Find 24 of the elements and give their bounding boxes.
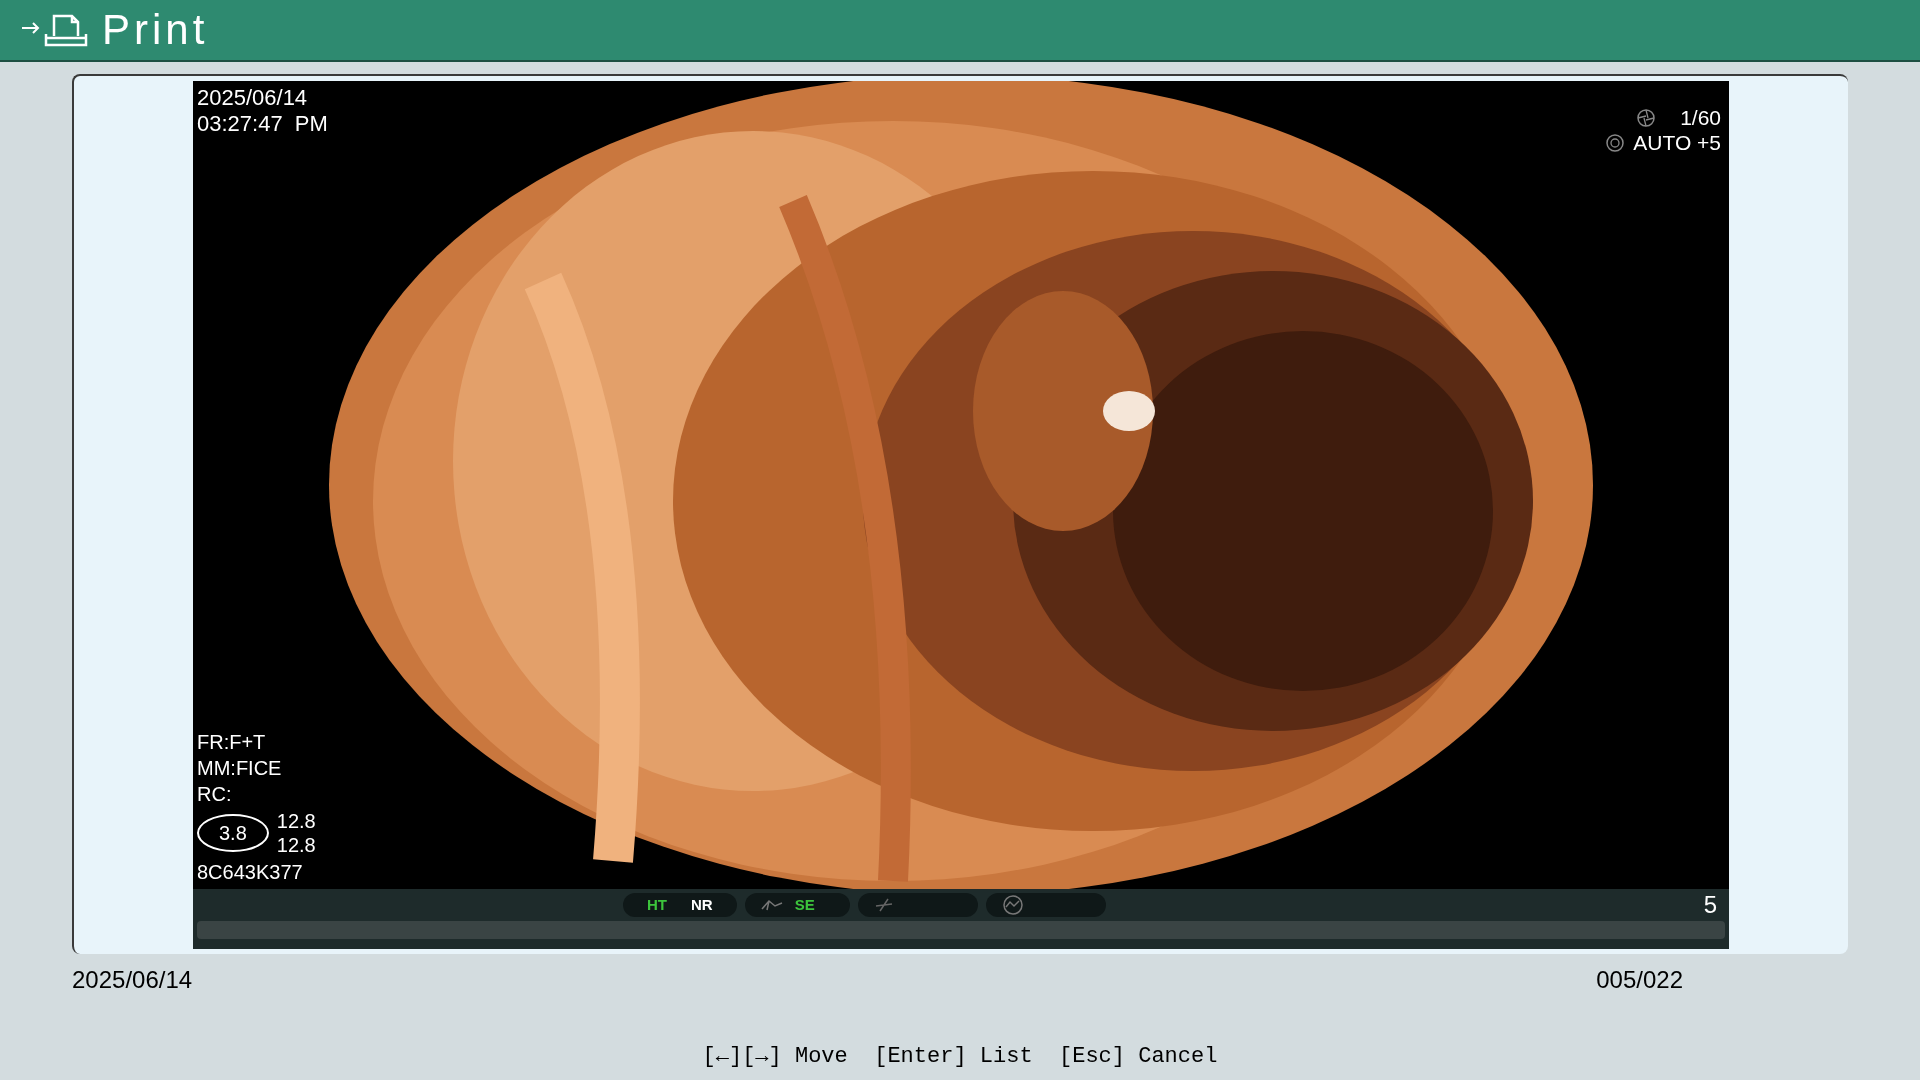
curve-icon <box>760 899 783 911</box>
iris-icon <box>1605 132 1626 153</box>
info-line: RC: <box>197 782 233 807</box>
capture-date: 2025/06/14 <box>197 85 309 111</box>
zoom-value: 3.8 <box>197 814 269 852</box>
mode-indicator: NR <box>691 894 713 915</box>
footer-date: 2025/06/14 <box>72 965 193 995</box>
capture-time: 03:27:47 PM <box>197 111 328 137</box>
gauge-icon <box>1001 895 1024 915</box>
info-line: FR:F+T <box>197 730 267 755</box>
reading: 12.8 <box>276 809 316 833</box>
frame-number: 5 <box>1703 890 1717 920</box>
mode-indicator: SE <box>794 894 815 915</box>
slash-icon <box>873 898 894 912</box>
key-help: [←][→] Move [Enter] List [Esc] Cancel <box>702 1043 1218 1071</box>
page-counter: 005/022 <box>1596 965 1683 995</box>
window-title: Print <box>102 9 209 51</box>
mode-indicator: HT <box>647 894 667 915</box>
serial-number: 8C643K377 <box>197 860 304 885</box>
reading: 12.8 <box>276 833 316 857</box>
iris-setting: AUTO +5 <box>1633 130 1721 155</box>
shutter-icon <box>1636 107 1657 128</box>
info-line: MM:FICE <box>197 756 283 781</box>
shutter-speed: 1/60 <box>1680 105 1721 130</box>
